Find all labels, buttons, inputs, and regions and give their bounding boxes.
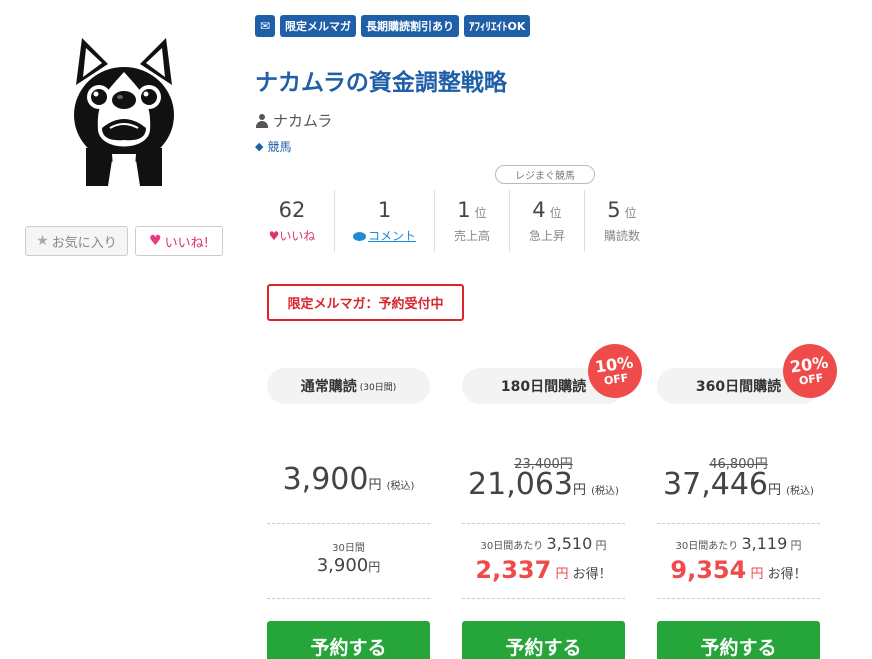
sales-label: 売上高 [453,229,490,243]
category-link[interactable]: ◆ 競馬 [255,138,291,155]
star-icon: ★ [36,233,49,249]
plan-card-180days: 180日間購読 10% OFF 23,400円 21,063円 (税込) 30日… [462,340,646,659]
comments-count: 1 [377,198,392,222]
like-button[interactable]: ♥ いいね! [135,226,223,256]
per-period-price: 30日間あたり 3,510 円 [480,534,607,553]
likes-count: 62 [278,198,306,222]
feature-badges: ✉ 限定メルマガ 長期購読割引あり ｱﾌｨﾘｴｲﾄOK [255,15,531,37]
mail-icon: ✉ [255,15,275,37]
plan-price: 37,446円 (税込) [663,467,814,502]
user-icon [255,113,269,128]
price-area: 46,800円 37,446円 (税込) [657,404,820,524]
plan-card-360days: 360日間購読 20% OFF 46,800円 37,446円 (税込) 30日… [657,340,841,659]
plan-price: 3,900円 (税込) [282,462,415,497]
reserve-button[interactable]: 予約する [657,621,820,659]
page-title: ナカムラの資金調整戦略 [255,70,507,96]
french-bulldog-icon [74,38,174,186]
per-period-area: 30日間あたり 3,510 円 2,337 円 お得！ [462,524,625,599]
per-period-price: 30日間あたり 3,119 円 [675,534,802,553]
badge-limited: 限定メルマガ [280,15,356,37]
category-label: 競馬 [267,140,292,154]
rising-rank: 4 [532,198,546,222]
badge-long-term-discount: 長期購読割引あり [361,15,459,37]
reserve-button[interactable]: 予約する [267,621,430,659]
rising-label: 急上昇 [528,229,565,243]
subscribers-rank: 5 [607,198,621,222]
heart-icon: ♥ [268,229,280,243]
stat-likes: 62 ♥いいね [250,190,334,252]
author-link[interactable]: ナカムラ [255,110,332,131]
heart-icon: ♥ [149,233,162,249]
stat-subscribers-rank: 5位 購読数 [584,190,659,252]
price-area: 23,400円 21,063円 (税込) [462,404,625,524]
comments-link[interactable]: コメント [352,227,416,244]
stat-comments[interactable]: 1 コメント [334,190,434,252]
per-period-area: 30日間あたり 3,119 円 9,354 円 お得！ [657,524,820,599]
saving-amount: 2,337 円 お得！ [475,556,612,584]
stat-sales-rank: 1位 売上高 [434,190,509,252]
ranking-category-pill: レジまぐ競馬 [495,165,595,184]
plan-card-regular: 通常購読 (30日間) 3,900円 (税込) 30日間 3,900円 予約する [267,368,430,659]
author-avatar [68,30,180,190]
favorite-label: お気に入り [51,235,117,251]
likes-label: ♥いいね [268,229,316,243]
reserve-button[interactable]: 予約する [462,621,625,659]
plan-price: 21,063円 (税込) [468,467,619,502]
tag-icon: ◆ [255,140,264,153]
stats-bar: 62 ♥いいね 1 コメント 1位 売上高 4位 急上昇 5位 購読数 [250,190,659,252]
like-label: いいね! [164,235,209,251]
comment-icon [352,232,366,241]
per-period-label: 30日間 [332,543,365,554]
per-period-price: 3,900円 [316,555,381,576]
sales-rank: 1 [457,198,471,222]
badge-affiliate: ｱﾌｨﾘｴｲﾄOK [464,15,531,37]
favorite-button[interactable]: ★ お気に入り [25,226,128,256]
saving-amount: 9,354 円 お得！ [670,556,807,584]
per-period-area: 30日間 3,900円 [267,524,430,599]
plan-title: 通常購読 (30日間) [267,368,430,404]
stat-rising-rank: 4位 急上昇 [509,190,584,252]
subscribers-label: 購読数 [603,229,640,243]
reservation-notice: 限定メルマガ：予約受付中 [267,284,464,321]
author-name: ナカムラ [273,112,333,130]
price-area: 3,900円 (税込) [267,404,430,524]
